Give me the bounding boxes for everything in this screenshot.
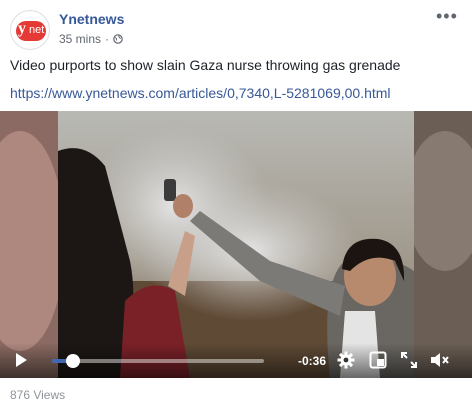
post-message: Video purports to show slain Gaza nurse …: [10, 57, 401, 73]
globe-icon[interactable]: [113, 34, 123, 44]
more-options-icon[interactable]: •••: [436, 7, 458, 25]
play-icon[interactable]: [13, 352, 29, 368]
ynet-logo-letter: y: [18, 20, 26, 37]
picture-in-picture-icon[interactable]: [369, 351, 387, 369]
video-frame: [0, 111, 472, 378]
meta-separator: ·: [105, 32, 110, 46]
view-count[interactable]: 876 Views: [10, 388, 65, 402]
video-player[interactable]: -0:36: [0, 111, 472, 378]
post-header: y net Ynetnews 35 mins · •••: [0, 0, 472, 55]
fullscreen-icon[interactable]: [401, 352, 417, 368]
volume-icon[interactable]: [430, 351, 450, 369]
video-controls: -0:36: [0, 343, 472, 378]
post-timestamp[interactable]: 35 mins: [59, 31, 101, 47]
page-name-link[interactable]: Ynetnews: [59, 10, 124, 28]
progress-bar[interactable]: [52, 354, 264, 368]
time-remaining: -0:36: [298, 354, 327, 368]
gear-icon[interactable]: [337, 351, 355, 369]
progress-scrubber[interactable]: [66, 354, 81, 368]
article-link[interactable]: https://www.ynetnews.com/articles/0,7340…: [10, 84, 462, 102]
post-meta: 35 mins ·: [59, 31, 123, 47]
ynet-logo-text: net: [29, 24, 45, 36]
page-avatar[interactable]: y net: [10, 10, 50, 50]
